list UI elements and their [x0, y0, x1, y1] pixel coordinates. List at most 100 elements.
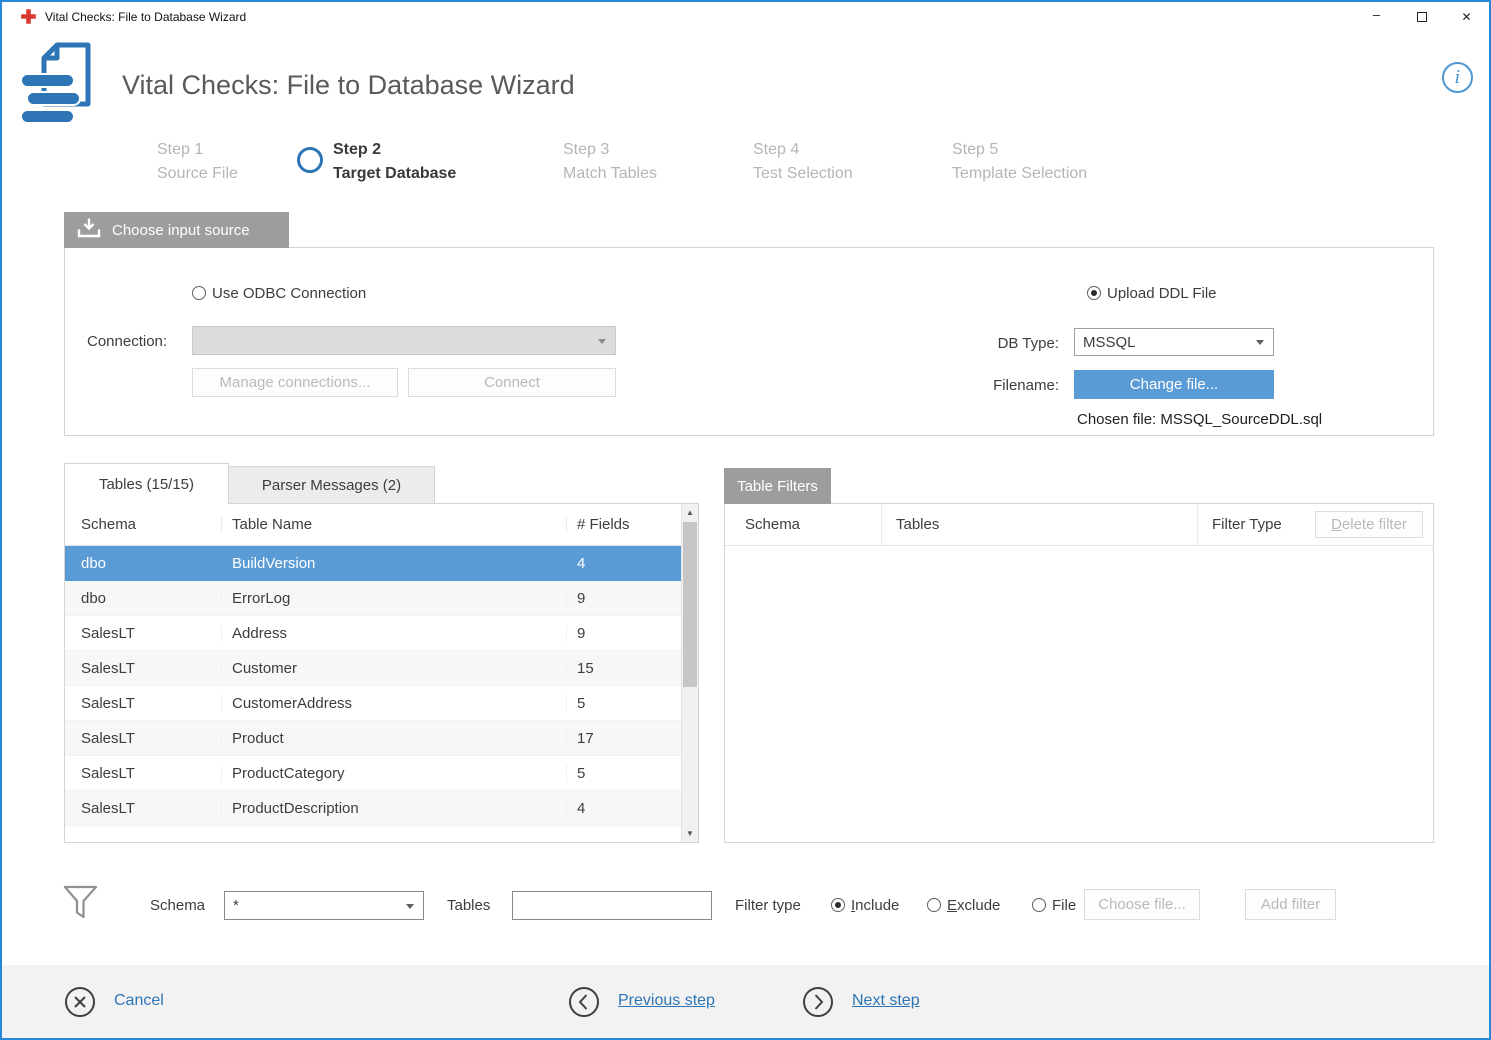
- column-header-table-name[interactable]: Table Name: [221, 516, 566, 533]
- odbc-connection-radio[interactable]: [192, 286, 206, 300]
- connect-label: Connect: [484, 374, 540, 391]
- upload-ddl-file-radio[interactable]: [1087, 286, 1101, 300]
- step-label: Match Tables: [563, 162, 657, 186]
- tab-tables[interactable]: Tables (15/15): [64, 463, 229, 504]
- scroll-up-glyph: ▲: [686, 508, 694, 517]
- cell-fields: 9: [566, 625, 681, 642]
- cell-table-name: BuildVersion: [221, 555, 566, 572]
- table-row[interactable]: SalesLT CustomerAddress 5: [65, 686, 681, 721]
- cell-schema: dbo: [65, 555, 221, 572]
- table-row[interactable]: SalesLT ProductCategory 5: [65, 756, 681, 791]
- filters-header-actions: Delete filter: [1311, 504, 1433, 545]
- schema-filter-select[interactable]: *: [224, 891, 424, 920]
- cell-fields: 15: [566, 660, 681, 677]
- include-radio-label[interactable]: Include: [851, 897, 899, 914]
- choose-input-source-label: Choose input source: [112, 222, 250, 239]
- odbc-connection-radio-label[interactable]: Use ODBC Connection: [212, 285, 366, 302]
- step-number: Step 1: [157, 138, 238, 162]
- cancel-icon[interactable]: [64, 986, 96, 1018]
- table-row[interactable]: dbo ErrorLog 9: [65, 581, 681, 616]
- choose-file-label: Choose file...: [1098, 896, 1186, 913]
- scroll-up-icon[interactable]: ▲: [682, 504, 698, 521]
- table-row[interactable]: SalesLT Product 17: [65, 721, 681, 756]
- manage-connections-label: Manage connections...: [220, 374, 371, 391]
- change-file-button[interactable]: Change file...: [1074, 370, 1274, 399]
- add-filter-button[interactable]: Add filter: [1245, 889, 1336, 920]
- tables-list: dbo BuildVersion 4 dbo ErrorLog 9 SalesL…: [65, 546, 698, 826]
- table-row[interactable]: dbo BuildVersion 4: [65, 546, 681, 581]
- cell-schema: SalesLT: [65, 730, 221, 747]
- delete-filter-label: Delete filter: [1331, 516, 1407, 533]
- close-icon[interactable]: ✕: [1444, 2, 1489, 32]
- cell-schema: SalesLT: [65, 625, 221, 642]
- cancel-button[interactable]: Cancel: [114, 992, 164, 1010]
- cell-fields: 9: [566, 590, 681, 607]
- filter-type-label: Filter type: [735, 897, 801, 914]
- include-radio[interactable]: [831, 898, 845, 912]
- cell-table-name: ErrorLog: [221, 590, 566, 607]
- scrollbar-thumb[interactable]: [683, 522, 697, 687]
- db-type-value: MSSQL: [1083, 334, 1136, 351]
- previous-step-icon[interactable]: [568, 986, 600, 1018]
- manage-connections-button[interactable]: Manage connections...: [192, 368, 398, 397]
- step-number: Step 4: [753, 138, 853, 162]
- cell-table-name: ProductDescription: [221, 800, 566, 817]
- cell-table-name: CustomerAddress: [221, 695, 566, 712]
- cell-schema: SalesLT: [65, 695, 221, 712]
- schema-filter-label: Schema: [150, 897, 205, 914]
- previous-step-button[interactable]: Previous step: [618, 992, 715, 1010]
- step-4-test-selection: Step 4 Test Selection: [753, 138, 853, 186]
- exclude-radio-label[interactable]: Exclude: [947, 897, 1000, 914]
- choose-input-source-header: Choose input source: [64, 212, 289, 248]
- maximize-icon[interactable]: [1399, 2, 1444, 32]
- column-header-fields[interactable]: # Fields: [566, 516, 681, 533]
- column-header-schema[interactable]: Schema: [725, 516, 881, 533]
- close-glyph: ✕: [1461, 10, 1471, 24]
- scroll-down-icon[interactable]: ▼: [682, 825, 698, 842]
- cell-schema: SalesLT: [65, 765, 221, 782]
- db-type-label: DB Type:: [962, 335, 1059, 352]
- cell-schema: SalesLT: [65, 800, 221, 817]
- tables-grid-header: Schema Table Name # Fields: [65, 504, 698, 546]
- choose-file-button[interactable]: Choose file...: [1084, 889, 1200, 920]
- step-label: Source File: [157, 162, 238, 186]
- upload-ddl-file-radio-label[interactable]: Upload DDL File: [1107, 285, 1217, 302]
- file-radio[interactable]: [1032, 898, 1046, 912]
- table-filters-header: Table Filters: [724, 468, 831, 504]
- tab-parser-messages[interactable]: Parser Messages (2): [229, 466, 435, 503]
- tab-parser-messages-label: Parser Messages (2): [262, 477, 401, 494]
- tables-filter-input[interactable]: [512, 891, 712, 920]
- info-icon[interactable]: i: [1442, 62, 1473, 93]
- next-step-icon[interactable]: [802, 986, 834, 1018]
- minimize-icon[interactable]: –: [1354, 2, 1399, 32]
- db-type-select[interactable]: MSSQL: [1074, 328, 1274, 356]
- scroll-down-glyph: ▼: [686, 829, 694, 838]
- minimize-glyph: –: [1373, 7, 1380, 22]
- step-number: Step 5: [952, 138, 1087, 162]
- maximize-glyph: [1417, 12, 1427, 22]
- file-radio-label[interactable]: File: [1052, 897, 1076, 914]
- connection-select[interactable]: [192, 326, 616, 355]
- tables-grid: Schema Table Name # Fields dbo BuildVers…: [64, 503, 699, 843]
- app-icon: [20, 8, 37, 25]
- column-header-filter-type[interactable]: Filter Type: [1197, 504, 1311, 545]
- step-number: Step 2: [333, 138, 456, 162]
- table-filters-label: Table Filters: [737, 478, 818, 495]
- table-row[interactable]: SalesLT Address 9: [65, 616, 681, 651]
- table-row[interactable]: SalesLT Customer 15: [65, 651, 681, 686]
- app-window: Vital Checks: File to Database Wizard – …: [0, 0, 1491, 1040]
- step-label: Test Selection: [753, 162, 853, 186]
- exclude-radio[interactable]: [927, 898, 941, 912]
- connection-label: Connection:: [87, 333, 167, 350]
- column-header-tables[interactable]: Tables: [881, 504, 1197, 545]
- delete-filter-button[interactable]: Delete filter: [1315, 511, 1423, 538]
- connect-button[interactable]: Connect: [408, 368, 616, 397]
- cell-fields: 5: [566, 765, 681, 782]
- tables-scrollbar[interactable]: ▲ ▼: [681, 504, 698, 842]
- titlebar: Vital Checks: File to Database Wizard – …: [2, 2, 1489, 32]
- column-header-schema[interactable]: Schema: [65, 516, 221, 533]
- step-1-source-file: Step 1 Source File: [157, 138, 238, 186]
- table-row[interactable]: SalesLT ProductDescription 4: [65, 791, 681, 826]
- step-label: Template Selection: [952, 162, 1087, 186]
- next-step-button[interactable]: Next step: [852, 992, 920, 1010]
